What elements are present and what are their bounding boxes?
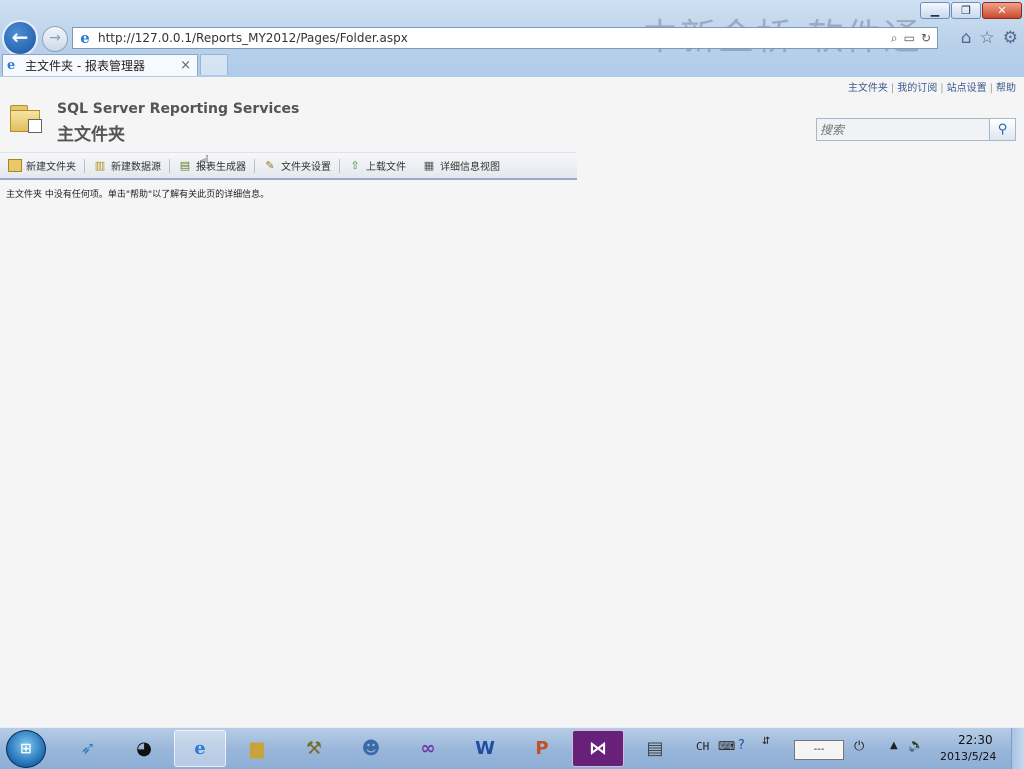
upload-file-icon: ⇧ (350, 159, 360, 172)
address-bar[interactable]: e http://127.0.0.1/Reports_MY2012/Pages/… (72, 27, 938, 49)
favorites-star-icon[interactable]: ☆ (980, 28, 995, 48)
close-button[interactable]: ✕ (982, 2, 1022, 19)
app-bird-icon[interactable]: ➶ (62, 730, 114, 767)
new-datasource-icon: ▥ (94, 159, 106, 172)
hand-cursor-icon: ☝ (199, 152, 210, 173)
browser-toolbar-icons: ⌂ ☆ ⚙ (961, 28, 1018, 48)
home-icon[interactable]: ⌂ (961, 28, 972, 48)
ie-page-icon: e (80, 29, 90, 47)
system-tray: CH ⌨ ? ⇵ --- ⏻ ▲ 🔊 22:30 2013/5/24 (690, 728, 1024, 769)
power-plug-icon[interactable]: ⏻ (854, 739, 864, 754)
language-indicator[interactable]: CH (696, 740, 709, 753)
tab-ie-icon: e (7, 58, 16, 73)
new-folder-label: 新建文件夹 (26, 162, 76, 173)
search-icon[interactable]: ⌕ (891, 31, 898, 46)
report-file-icon[interactable]: ▤ (629, 730, 681, 767)
search-go-icon[interactable]: ⚲ (990, 118, 1016, 141)
search-box: ⚲ (816, 118, 1016, 141)
report-manager-page: 主文件夹 | 我的订阅 | 站点设置 | 帮助 SQL Server Reporting S… (0, 77, 1024, 727)
folder-settings-icon: ✎ (265, 159, 275, 172)
file-explorer-icon[interactable]: ▆ (231, 730, 283, 767)
report-builder-button[interactable]: ▤ 报表生成器 (170, 155, 254, 177)
address-url[interactable]: http://127.0.0.1/Reports_MY2012/Pages/Fo… (98, 31, 408, 45)
empty-folder-message: 主文件夹 中没有任何项。单击"帮助"以了解有关此页的详细信息。 (6, 190, 270, 200)
page-title: 主文件夹 (57, 125, 125, 145)
top-links: 主文件夹 | 我的订阅 | 站点设置 | 帮助 (847, 83, 1016, 94)
new-folder-button[interactable]: 新建文件夹 (0, 155, 84, 177)
forward-button[interactable]: → (42, 26, 68, 52)
restore-button[interactable]: ❐ (951, 2, 981, 19)
powerpoint-icon[interactable]: P (516, 730, 568, 767)
link-my-subscriptions[interactable]: 我的订阅 (897, 83, 937, 94)
browser-chrome: 中新金桥 软件通 ▁ ❐ ✕ ← → e http://127.0.0.1/Re… (0, 0, 1024, 78)
details-view-label: 详细信息视图 (440, 162, 500, 173)
show-hidden-icons-icon[interactable]: ▲ (890, 740, 898, 751)
word-icon[interactable]: W (459, 730, 511, 767)
clock-time[interactable]: 22:30 (958, 733, 993, 747)
help-icon[interactable]: ? (738, 738, 745, 753)
link-site-settings[interactable]: 站点设置 (947, 83, 987, 94)
new-datasource-label: 新建数据源 (111, 162, 161, 173)
new-folder-icon (8, 159, 22, 172)
start-icon[interactable]: ⊞ (6, 730, 46, 768)
settings-gear-icon[interactable]: ⚙ (1003, 28, 1018, 48)
internet-explorer-icon[interactable]: e (174, 730, 226, 767)
folder-settings-button[interactable]: ✎ 文件夹设置 (255, 155, 339, 177)
refresh-icon[interactable]: ↻ (921, 31, 931, 46)
url-path: /Reports_MY2012/Pages/Folder.aspx (192, 31, 408, 45)
taskbar: ⊞ ➶ ◕ e ▆ ⚒ ☻ ∞ W P ⋈ ▤ CH ⌨ ? ⇵ --- ⏻ ▲… (0, 727, 1024, 769)
keyboard-icon[interactable]: ⌨ (718, 739, 735, 753)
visual-studio-icon[interactable]: ⋈ (572, 730, 624, 767)
details-view-button[interactable]: ▦ 详细信息视图 (414, 155, 508, 177)
folder-settings-label: 文件夹设置 (281, 162, 331, 173)
details-view-icon: ▦ (423, 159, 435, 172)
url-host: http://127.0.0.1 (98, 31, 193, 45)
upload-file-label: 上载文件 (366, 162, 406, 173)
ime-options-icon[interactable]: ⇵ (762, 736, 770, 747)
new-tab-button[interactable] (200, 54, 228, 75)
search-input[interactable] (816, 118, 990, 141)
network-user-icon[interactable]: ☻ (345, 730, 397, 767)
back-button[interactable]: ← (2, 20, 38, 56)
qq-icon[interactable]: ◕ (118, 730, 170, 767)
clock-date[interactable]: 2013/5/24 (940, 750, 996, 763)
tab-close-icon[interactable]: × (180, 58, 191, 73)
upload-file-button[interactable]: ⇧ 上载文件 (340, 155, 414, 177)
minimize-button[interactable]: ▁ (920, 2, 950, 19)
browser-tab[interactable]: e 主文件夹 - 报表管理器 × (2, 54, 198, 76)
visual-studio-infinity-icon[interactable]: ∞ (402, 730, 454, 767)
tray-input-box[interactable]: --- (794, 740, 844, 760)
compat-view-icon[interactable]: ▭ (904, 31, 915, 46)
tools-icon[interactable]: ⚒ (288, 730, 340, 767)
link-home-folder[interactable]: 主文件夹 (848, 83, 888, 94)
folder-icon (10, 105, 42, 133)
folder-toolbar: 新建文件夹 ▥ 新建数据源 ▤ 报表生成器 ✎ 文件夹设置 ⇧ 上载文件 ▦ 详… (0, 152, 577, 180)
address-tools: ⌕ ▭ ↻ (891, 31, 937, 46)
tab-title: 主文件夹 - 报表管理器 (25, 59, 145, 73)
window-controls: ▁ ❐ ✕ (920, 2, 1022, 19)
show-desktop-button[interactable] (1011, 728, 1024, 769)
product-name: SQL Server Reporting Services (57, 101, 300, 117)
volume-icon[interactable]: 🔊 (908, 738, 924, 753)
report-builder-icon: ▤ (179, 159, 191, 172)
link-help[interactable]: 帮助 (996, 83, 1016, 94)
new-datasource-button[interactable]: ▥ 新建数据源 (85, 155, 169, 177)
